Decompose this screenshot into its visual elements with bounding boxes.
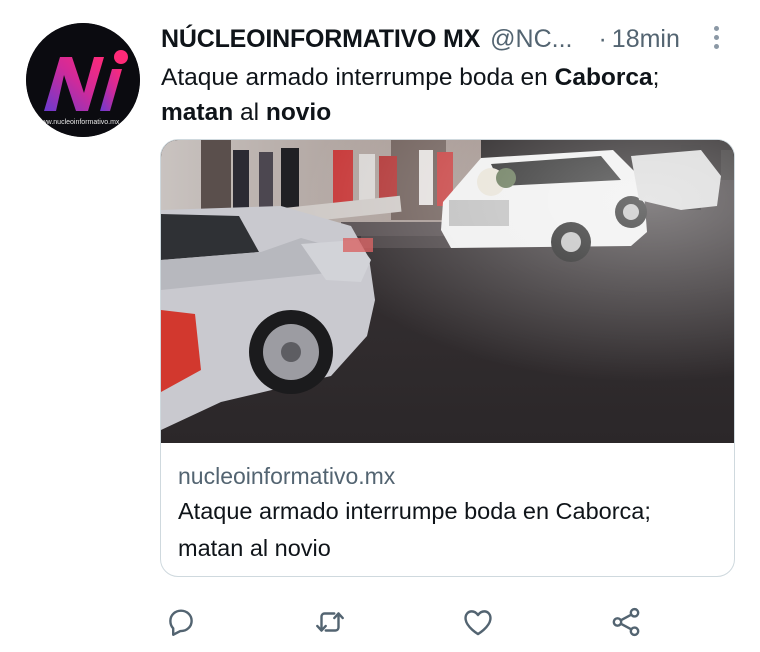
reply-icon — [169, 609, 193, 636]
author-display-name[interactable]: NÚCLEOINFORMATIVO MX — [161, 22, 480, 56]
retweet-icon — [316, 612, 344, 632]
like-icon — [464, 610, 492, 636]
link-card-meta[interactable]: nucleoinformativo.mx Ataque armado inter… — [178, 460, 718, 567]
tweet-timestamp[interactable]: 18min — [612, 22, 680, 56]
share-icon — [612, 607, 640, 637]
link-card[interactable]: nucleoinformativo.mx Ataque armado inter… — [160, 139, 735, 577]
tweet[interactable]: www.nucleoinformativo.mx NÚCLEOINFORMATI… — [0, 0, 760, 652]
tweet-text-segment-bold: Caborca — [554, 64, 653, 91]
tweet-text-segment: ; — [652, 64, 660, 91]
nucleo-logo-icon: www.nucleoinformativo.mx — [26, 23, 140, 137]
link-card-domain: nucleoinformativo.mx — [178, 463, 396, 489]
more-options-icon[interactable] — [705, 20, 727, 54]
share-button[interactable] — [604, 600, 648, 644]
tweet-text-segment-bold: matan — [161, 99, 234, 126]
tweet-text-segment: Ataque armado interrumpe boda en — [161, 64, 555, 91]
tweet-text: Ataque armado interrumpe boda en Caborca… — [161, 60, 731, 130]
reply-button[interactable] — [159, 600, 203, 644]
like-button[interactable] — [456, 600, 500, 644]
tweet-text-segment: al — [233, 99, 266, 126]
link-card-image[interactable] — [161, 140, 734, 443]
news-photo — [161, 140, 734, 443]
author-handle[interactable]: @NC... — [490, 22, 572, 56]
tweet-text-segment-bold: novio — [265, 99, 332, 126]
avatar[interactable]: www.nucleoinformativo.mx — [26, 23, 140, 137]
link-card-title: Ataque armado interrumpe boda en Caborca… — [178, 498, 651, 561]
retweet-button[interactable] — [308, 600, 352, 644]
tweet-header: NÚCLEOINFORMATIVO MX @NC... · 18min — [161, 22, 736, 56]
svg-text:www.nucleoinformativo.mx: www.nucleoinformativo.mx — [36, 119, 120, 126]
tweet-actions — [0, 600, 760, 644]
separator-dot: · — [598, 25, 607, 53]
